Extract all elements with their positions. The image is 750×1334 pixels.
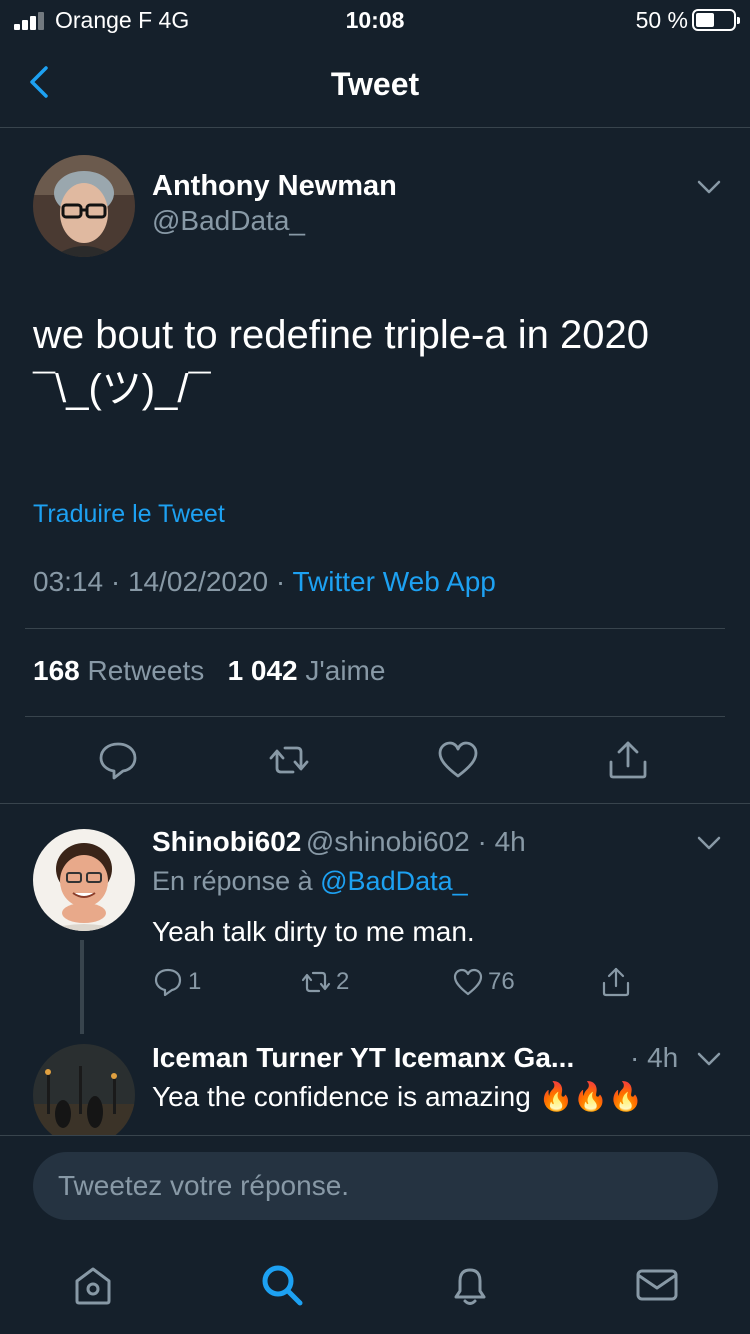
tweet-source-link[interactable]: Twitter Web App bbox=[293, 566, 496, 597]
divider bbox=[25, 628, 725, 629]
share-icon[interactable] bbox=[606, 738, 650, 782]
author-avatar[interactable] bbox=[33, 155, 135, 257]
reply-retweet-action[interactable]: 2 bbox=[300, 966, 349, 998]
likes-count: 1 042 bbox=[227, 655, 298, 686]
retweet-icon[interactable] bbox=[267, 738, 311, 782]
search-icon[interactable] bbox=[258, 1261, 306, 1309]
chevron-down-icon[interactable] bbox=[696, 1046, 722, 1072]
tweet-meta: 03:14 · 14/02/2020 · Twitter Web App bbox=[33, 566, 496, 598]
in-reply-to-label: En réponse à bbox=[152, 866, 313, 896]
bell-icon[interactable] bbox=[446, 1261, 494, 1309]
reply-avatar[interactable] bbox=[33, 829, 135, 931]
retweets-label: Retweets bbox=[87, 655, 205, 686]
home-icon[interactable] bbox=[69, 1261, 117, 1309]
retweet-icon bbox=[301, 971, 331, 993]
translate-link[interactable]: Traduire le Tweet bbox=[33, 500, 225, 529]
reply-time: · 4h bbox=[630, 1042, 679, 1073]
in-reply-to-link[interactable]: @BadData_ bbox=[320, 866, 468, 896]
reply-like-action[interactable]: 76 bbox=[452, 966, 515, 998]
like-count: 76 bbox=[488, 968, 515, 995]
meta-separator: · bbox=[268, 566, 293, 597]
reply-avatar[interactable] bbox=[33, 1044, 135, 1146]
reply-header: Shinobi602 @shinobi602 · 4h bbox=[152, 826, 692, 858]
tweet-stats[interactable]: 168 Retweets 1 042 J'aime bbox=[33, 655, 385, 687]
chevron-down-icon[interactable] bbox=[696, 830, 722, 856]
mail-icon[interactable] bbox=[633, 1261, 681, 1309]
fire-emoji: 🔥🔥🔥 bbox=[538, 1081, 644, 1112]
reply-icon bbox=[154, 968, 182, 997]
tweet-text-line: ¯\_(ツ)_/¯ bbox=[33, 367, 211, 411]
reply-input[interactable]: Tweetez votre réponse. bbox=[33, 1152, 718, 1220]
chevron-down-icon[interactable] bbox=[696, 174, 722, 200]
reply-text: Yeah talk dirty to me man. bbox=[152, 916, 475, 947]
reply-icon[interactable] bbox=[96, 738, 140, 782]
author-name[interactable]: Anthony Newman bbox=[152, 170, 397, 203]
tweet-time: 03:14 bbox=[33, 566, 104, 597]
page-title: Tweet bbox=[330, 66, 420, 102]
author-handle[interactable]: @BadData_ bbox=[152, 205, 305, 237]
share-icon[interactable] bbox=[600, 966, 632, 998]
like-heart-icon bbox=[453, 968, 483, 996]
reply-comment-action[interactable]: 1 bbox=[152, 966, 201, 998]
tab-bar bbox=[0, 1235, 750, 1334]
tweet-date: 14/02/2020 bbox=[127, 566, 269, 597]
divider bbox=[0, 803, 750, 804]
tweet-text-line: we bout to redefine triple-a in 2020 bbox=[33, 313, 649, 357]
reply-time: · 4h bbox=[469, 826, 526, 857]
reply-text: Yea the confidence is amazing 🔥🔥🔥 bbox=[152, 1080, 643, 1113]
reply-author-name[interactable]: Iceman Turner YT Icemanx Ga... bbox=[152, 1042, 622, 1074]
retweet-count: 2 bbox=[336, 968, 350, 995]
divider bbox=[25, 716, 725, 717]
reply-author-handle[interactable]: @shinobi602 bbox=[306, 826, 470, 857]
nav-bar: Tweet bbox=[0, 44, 750, 128]
reply-text-content: Yea the confidence is amazing bbox=[152, 1081, 531, 1112]
in-reply-to: En réponse à @BadData_ bbox=[152, 866, 468, 897]
battery-percent: 50 % bbox=[635, 7, 688, 33]
tweet-text: we bout to redefine triple-a in 2020 ¯\_… bbox=[33, 308, 723, 416]
meta-separator: · bbox=[103, 566, 128, 597]
like-heart-icon[interactable] bbox=[436, 738, 480, 782]
comment-count: 1 bbox=[188, 968, 202, 995]
status-bar: Orange F 4G 10:08 50 % bbox=[0, 0, 750, 40]
reply-author-name[interactable]: Shinobi602 bbox=[152, 826, 301, 857]
likes-label: J'aime bbox=[305, 655, 386, 686]
thread-connector bbox=[80, 940, 84, 1034]
battery-icon bbox=[692, 9, 740, 31]
retweets-count: 168 bbox=[33, 655, 80, 686]
